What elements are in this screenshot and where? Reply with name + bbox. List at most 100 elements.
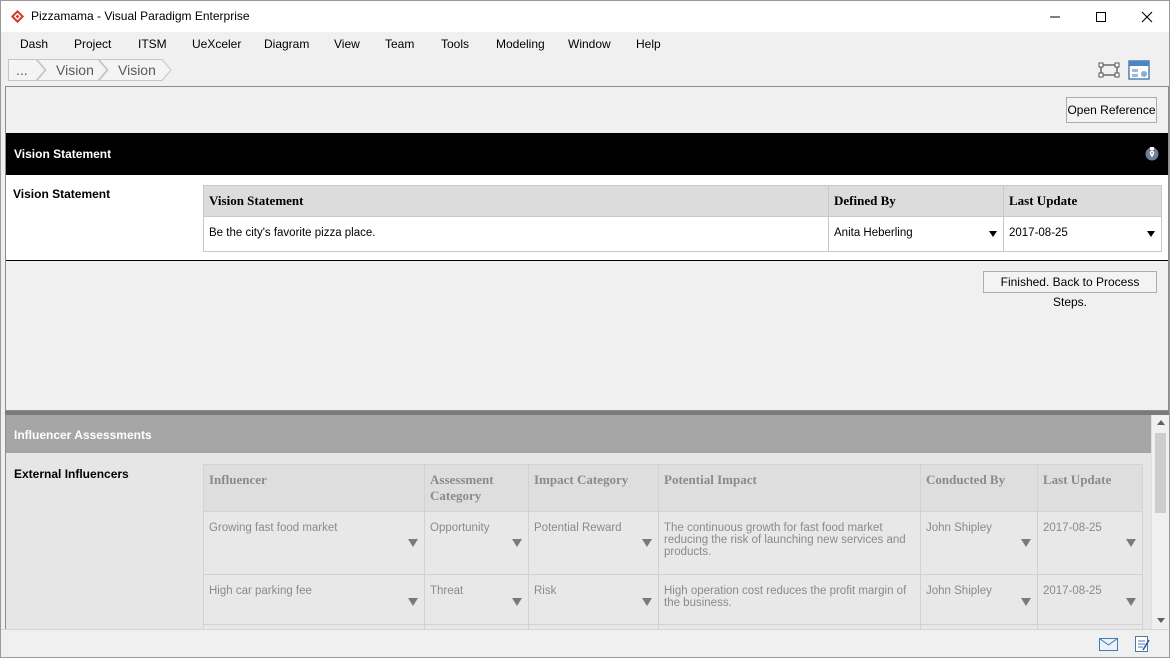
assessment-category-cell[interactable]: Opportunity bbox=[424, 511, 529, 575]
column-header: Assessment Category bbox=[424, 464, 529, 512]
column-header: Last Update bbox=[1003, 185, 1162, 217]
title-bar: Pizzamama - Visual Paradigm Enterprise bbox=[1, 1, 1169, 32]
vision-statement-panel: Open Reference Vision Statement Vision S… bbox=[5, 86, 1169, 411]
finished-back-button[interactable]: Finished. Back to Process Steps. bbox=[983, 271, 1157, 309]
vision-statement-cell[interactable]: Be the city's favorite pizza place. bbox=[203, 216, 829, 252]
notes-icon[interactable] bbox=[1134, 635, 1150, 653]
close-button[interactable] bbox=[1124, 1, 1170, 32]
column-header: Defined By bbox=[828, 185, 1004, 217]
conducted-by-value: John Shipley bbox=[926, 585, 992, 597]
chevron-down-icon bbox=[989, 231, 997, 237]
chevron-down-icon bbox=[1126, 539, 1136, 547]
status-bar bbox=[1, 629, 1169, 657]
influencers-table: Influencer Assessment Category Impact Ca… bbox=[203, 464, 1143, 629]
assessment-category-cell[interactable]: Threat bbox=[424, 574, 529, 625]
influencer-value: High car parking fee bbox=[209, 585, 312, 597]
chevron-down-icon bbox=[642, 539, 652, 547]
column-header: Influencer bbox=[203, 464, 425, 512]
influencer-assessments-panel: Influencer Assessments External Influenc… bbox=[5, 415, 1151, 629]
breadcrumb-item-vision[interactable]: Vision bbox=[56, 59, 94, 81]
menu-help[interactable]: Help bbox=[636, 37, 661, 51]
pin-icon[interactable] bbox=[1145, 147, 1159, 161]
menu-modeling[interactable]: Modeling bbox=[496, 37, 545, 51]
last-update-value: 2017-08-25 bbox=[1043, 585, 1102, 597]
app-window: Pizzamama - Visual Paradigm Enterprise D… bbox=[0, 0, 1170, 658]
table-row: Be the city's favorite pizza place. Anit… bbox=[203, 216, 1162, 252]
last-update-select[interactable]: 2017-08-25 bbox=[1003, 216, 1162, 252]
potential-impact-cell[interactable]: The continuous growth for fast food mark… bbox=[658, 511, 921, 575]
open-reference-button[interactable]: Open Reference bbox=[1066, 97, 1157, 123]
table-row: Growing fast food market Opportunity Pot… bbox=[203, 511, 1143, 575]
column-header: Impact Category bbox=[528, 464, 659, 512]
menu-project[interactable]: Project bbox=[74, 37, 111, 51]
scroll-down-icon[interactable] bbox=[1157, 618, 1165, 623]
breadcrumb-more[interactable]: ... bbox=[16, 59, 28, 81]
last-update-cell[interactable]: 2017-08-25 bbox=[1037, 574, 1143, 625]
last-update-value: 2017-08-25 bbox=[1009, 227, 1068, 239]
last-update-value: 2017-08-25 bbox=[1043, 522, 1102, 534]
defined-by-select[interactable]: Anita Heberling bbox=[828, 216, 1004, 252]
close-icon bbox=[1141, 11, 1153, 22]
menu-window[interactable]: Window bbox=[568, 37, 611, 51]
menu-uexceler[interactable]: UeXceler bbox=[192, 37, 241, 51]
impact-value: Risk bbox=[534, 585, 557, 597]
row-label-vision-statement: Vision Statement bbox=[13, 187, 111, 201]
maximize-icon bbox=[1096, 11, 1106, 22]
defined-by-value: Anita Heberling bbox=[834, 227, 913, 239]
vision-statement-table: Vision Statement Defined By Last Update … bbox=[203, 185, 1162, 252]
impact-category-cell[interactable]: Potential Reward bbox=[528, 511, 659, 575]
impact-value: Potential Reward bbox=[534, 522, 622, 534]
minimize-button[interactable] bbox=[1032, 1, 1078, 32]
vertical-scrollbar[interactable] bbox=[1151, 415, 1169, 629]
conducted-by-cell[interactable]: John Shipley bbox=[920, 511, 1038, 575]
app-logo-icon bbox=[10, 9, 25, 24]
assessment-value: Opportunity bbox=[430, 522, 490, 534]
section-title: Vision Statement bbox=[14, 147, 112, 161]
menu-view[interactable]: View bbox=[334, 37, 360, 51]
column-header: Conducted By bbox=[920, 464, 1038, 512]
influencer-value: Growing fast food market bbox=[209, 522, 338, 534]
column-header: Potential Impact bbox=[658, 464, 921, 512]
table-header-row: Vision Statement Defined By Last Update bbox=[203, 185, 1162, 217]
menu-itsm[interactable]: ITSM bbox=[138, 37, 167, 51]
minimize-icon bbox=[1050, 16, 1060, 17]
conducted-by-cell[interactable]: John Shipley bbox=[920, 574, 1038, 625]
menu-diagram[interactable]: Diagram bbox=[264, 37, 309, 51]
menu-team[interactable]: Team bbox=[385, 37, 414, 51]
influencer-cell[interactable]: Growing fast food market bbox=[203, 511, 425, 575]
scroll-thumb[interactable] bbox=[1155, 433, 1166, 513]
chevron-down-icon bbox=[512, 539, 522, 547]
menu-tools[interactable]: Tools bbox=[441, 37, 469, 51]
last-update-cell[interactable]: 2017-08-25 bbox=[1037, 511, 1143, 575]
table-header-row: Influencer Assessment Category Impact Ca… bbox=[203, 464, 1143, 512]
chevron-down-icon bbox=[512, 598, 522, 606]
breadcrumb-bar: ... Vision Vision bbox=[1, 56, 1169, 85]
maximize-button[interactable] bbox=[1078, 1, 1124, 32]
chevron-down-icon bbox=[1126, 598, 1136, 606]
window-title: Pizzamama - Visual Paradigm Enterprise bbox=[31, 9, 250, 23]
assessment-value: Threat bbox=[430, 585, 464, 597]
chevron-down-icon bbox=[1147, 231, 1155, 237]
chevron-down-icon bbox=[408, 539, 418, 547]
fit-diagram-icon[interactable] bbox=[1098, 60, 1120, 80]
panel-icon[interactable] bbox=[1128, 60, 1150, 80]
section-title: Influencer Assessments bbox=[14, 428, 152, 442]
breadcrumb-item-vision-current[interactable]: Vision bbox=[118, 59, 156, 81]
vision-statement-row: Vision Statement Vision Statement Define… bbox=[6, 175, 1168, 261]
chevron-down-icon bbox=[642, 598, 652, 606]
section-header-vision-statement: Vision Statement bbox=[6, 133, 1168, 175]
column-header: Vision Statement bbox=[203, 185, 829, 217]
menu-dash[interactable]: Dash bbox=[20, 37, 48, 51]
conducted-by-value: John Shipley bbox=[926, 522, 992, 534]
influencer-cell[interactable]: High car parking fee bbox=[203, 574, 425, 625]
chevron-down-icon bbox=[1021, 539, 1031, 547]
table-row: High car parking fee Threat Risk High op… bbox=[203, 574, 1143, 625]
mail-icon[interactable] bbox=[1099, 638, 1118, 651]
chevron-down-icon bbox=[1021, 598, 1031, 606]
potential-impact-cell[interactable]: High operation cost reduces the profit m… bbox=[658, 574, 921, 625]
column-header: Last Update bbox=[1037, 464, 1143, 512]
menu-bar: Dash Project ITSM UeXceler Diagram View … bbox=[1, 32, 1169, 56]
scroll-up-icon[interactable] bbox=[1157, 420, 1165, 425]
row-label-external-influencers: External Influencers bbox=[14, 467, 129, 481]
impact-category-cell[interactable]: Risk bbox=[528, 574, 659, 625]
